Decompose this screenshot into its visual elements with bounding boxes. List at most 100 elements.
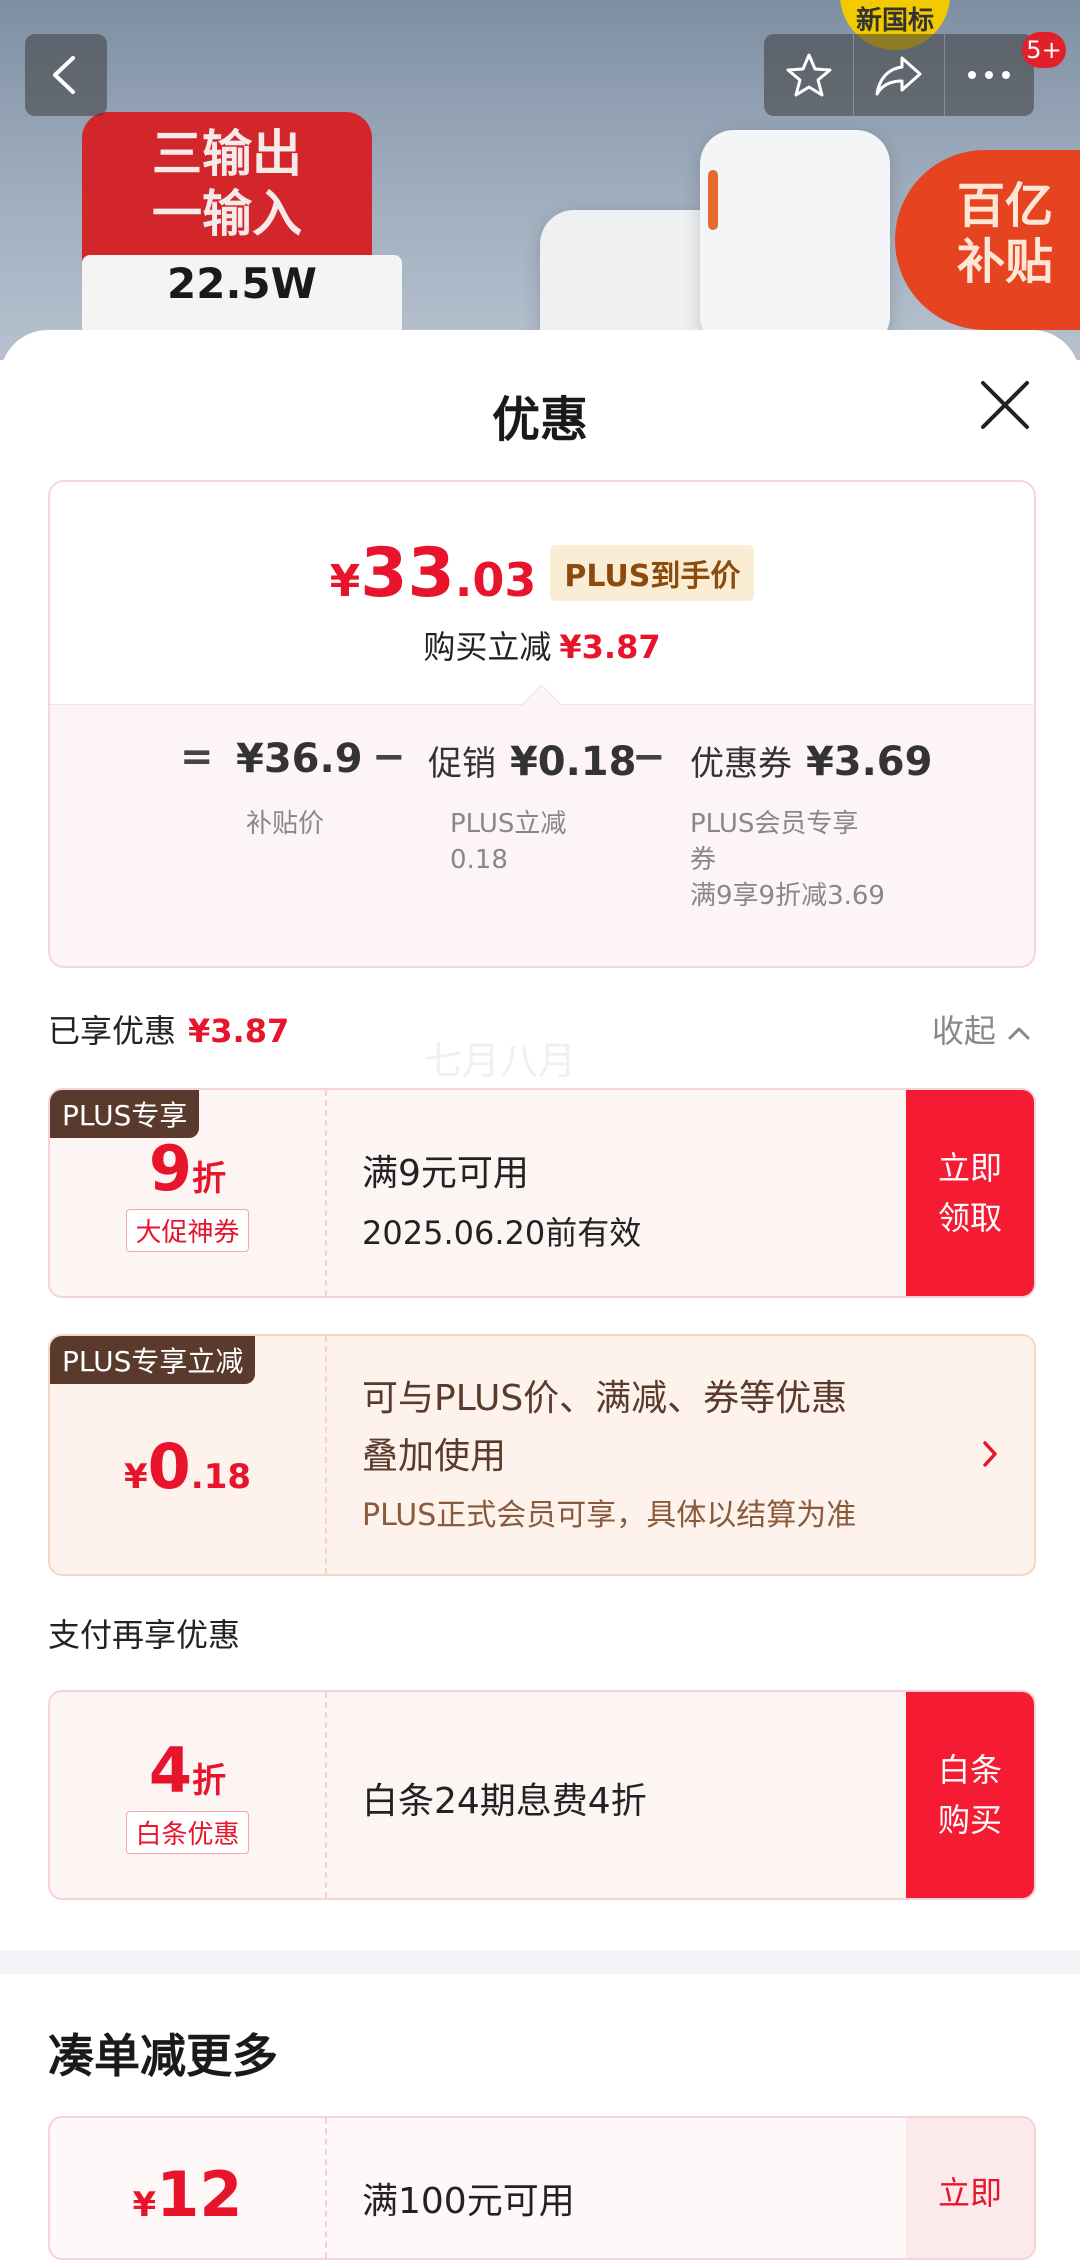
equals-sign: = xyxy=(180,734,214,780)
coupon-label: 优惠券 xyxy=(690,744,792,784)
promo-value: ¥0.18 xyxy=(509,739,637,785)
back-button[interactable] xyxy=(25,34,107,116)
coupon-info: 满100元可用 xyxy=(362,2172,575,2224)
chevron-right-icon xyxy=(983,1441,997,1467)
promo-power-text: 22.5W xyxy=(167,259,317,308)
coupon-condition: 满100元可用 xyxy=(362,2181,575,2222)
coupon-divider xyxy=(325,1090,327,1296)
coupon-expiry: 2025.06.20前有效 xyxy=(362,1214,642,1252)
claim-coupon-button[interactable]: 立即 领取 xyxy=(906,1090,1034,1296)
watermark: 七月八月 xyxy=(424,1039,577,1083)
coupon-symbol: ¥ xyxy=(132,2185,157,2225)
promo-power-label: 22.5W xyxy=(82,255,402,335)
price-integer: 33 xyxy=(360,534,455,613)
sheet-title: 优惠 xyxy=(491,392,588,448)
final-price: ¥ 33 .03 PLUS到手价 xyxy=(50,534,1034,613)
new-standard-text: 新国标 xyxy=(855,6,934,36)
plus-reduction-card[interactable]: ¥0.18 PLUS专享立减 可与PLUS价、满减、券等优惠 叠加使用 PLUS… xyxy=(48,1334,1036,1576)
coupon-divider xyxy=(325,2118,327,2258)
share-icon xyxy=(875,56,922,96)
reduction-desc: 叠加使用 xyxy=(362,1436,507,1477)
promo-sub-line: PLUS立减 xyxy=(450,809,567,839)
reduction-desc: 可与PLUS价、满减、券等优惠 xyxy=(362,1378,848,1419)
collapse-label: 收起 xyxy=(931,1012,996,1050)
purchase-reduction: 购买立减 ¥3.87 xyxy=(50,622,1034,668)
base-price: ¥36.9 xyxy=(236,736,363,782)
coupon-sub-line: PLUS会员专享 xyxy=(690,809,859,839)
reduction-symbol: ¥ xyxy=(123,1457,148,1497)
base-price-label: 补贴价 xyxy=(246,809,325,839)
promo-tag-line: 一输入 xyxy=(152,185,302,243)
plus-exclusive-label: PLUS专享 xyxy=(50,1090,200,1138)
reduction-info: 可与PLUS价、满减、券等优惠 叠加使用 PLUS正式会员可享，具体以结算为准 xyxy=(362,1370,856,1534)
baitiao-desc: 白条24期息费4折 xyxy=(362,1781,647,1822)
promo-label: 促销 xyxy=(428,744,496,784)
subsidy-badge: 百亿 补贴 xyxy=(895,150,1080,330)
share-button[interactable] xyxy=(853,34,943,116)
claim-label: 立即 xyxy=(937,1149,1002,1187)
promo-tag-line: 三输出 xyxy=(152,125,302,183)
coupon-sub-label: PLUS会员专享 券 满9享9折减3.69 xyxy=(690,806,885,914)
close-icon xyxy=(981,381,1029,429)
baitiao-action-label: 白条 xyxy=(937,1751,1002,1789)
coupon-sub-line: 券 xyxy=(690,845,717,875)
reduce-label: 购买立减 xyxy=(423,628,552,666)
star-icon xyxy=(786,53,832,97)
section-gap xyxy=(0,1950,1080,1974)
pay-discount-heading: 支付再享优惠 xyxy=(48,1616,241,1654)
price-decimal: .03 xyxy=(454,553,537,607)
subsidy-line: 补贴 xyxy=(956,234,1053,290)
coupon-amount: ¥12 xyxy=(50,2158,325,2231)
coupon-info: 满9元可用 2025.06.20前有效 xyxy=(362,1144,641,1254)
baitiao-action-label: 购买 xyxy=(937,1801,1002,1839)
more-button[interactable] xyxy=(943,34,1034,116)
favorite-button[interactable] xyxy=(764,34,853,116)
coupon-card-plus: 9折 大促神券 PLUS专享 满9元可用 2025.06.20前有效 立即 领取 xyxy=(48,1088,1036,1298)
price-symbol: ¥ xyxy=(329,556,361,607)
promo-sub-line: 0.18 xyxy=(450,845,508,875)
promo-discount: 促销 ¥0.18 xyxy=(428,736,636,785)
coupon-value: ¥3.69 xyxy=(805,739,933,785)
power-bank-image-2 xyxy=(700,130,890,350)
discount-unit: 折 xyxy=(192,1159,227,1199)
claim-label: 立即 xyxy=(937,2174,1002,2212)
plus-price-tag: PLUS到手价 xyxy=(550,545,755,601)
more-dots-icon xyxy=(968,71,1011,79)
baitiao-card: 4折 白条优惠 白条24期息费4折 白条 购买 xyxy=(48,1690,1036,1900)
coupon-condition: 满9元可用 xyxy=(362,1153,529,1194)
minus-sign: − xyxy=(632,734,666,780)
baitiao-buy-button[interactable]: 白条 购买 xyxy=(906,1692,1034,1898)
chevron-up-icon xyxy=(1008,1027,1030,1040)
chevron-left-icon xyxy=(53,56,75,94)
enjoyed-value: ¥3.87 xyxy=(188,1012,290,1050)
plus-reduction-label: PLUS专享立减 xyxy=(50,1336,256,1384)
discount-number: 4 xyxy=(148,1734,193,1807)
collapse-button[interactable]: 收起 xyxy=(932,1006,1032,1052)
coupon-integer: 12 xyxy=(156,2158,243,2231)
coupon-discount: 9折 xyxy=(50,1132,325,1205)
discount-number: 9 xyxy=(148,1132,193,1205)
message-count-badge: 5+ xyxy=(1022,32,1066,68)
reduction-amount: ¥0.18 xyxy=(50,1430,325,1503)
claim-coupon-button[interactable]: 立即 xyxy=(906,2118,1034,2258)
promo-sub-label: PLUS立减 0.18 xyxy=(450,806,566,878)
baitiao-tag: 白条优惠 xyxy=(126,1811,249,1854)
reduction-note: PLUS正式会员可享，具体以结算为准 xyxy=(362,1498,857,1533)
minus-sign: − xyxy=(372,734,406,780)
coupon-value-area: ¥12 xyxy=(50,2118,325,2258)
subsidy-line: 百亿 xyxy=(956,178,1053,234)
coupon-discount: 优惠券 ¥3.69 xyxy=(690,736,932,785)
reduction-integer: 0 xyxy=(147,1430,191,1503)
coupon-tag: 大促神券 xyxy=(126,1209,249,1252)
claim-label: 领取 xyxy=(937,1199,1002,1237)
coupon-sub-line: 满9享9折减3.69 xyxy=(690,881,885,911)
coupon-divider xyxy=(325,1692,327,1898)
baitiao-info: 白条24期息费4折 xyxy=(362,1772,647,1824)
top-action-group xyxy=(764,34,1034,116)
price-summary: ¥ 33 .03 PLUS到手价 购买立减 ¥3.87 = ¥36.9 补贴价 −… xyxy=(48,480,1036,968)
close-button[interactable] xyxy=(975,375,1035,435)
baitiao-discount: 4折 xyxy=(50,1734,325,1807)
enjoyed-label: 已享优惠 xyxy=(48,1012,177,1050)
discount-unit: 折 xyxy=(192,1761,227,1801)
discount-sheet: 优惠 ¥ 33 .03 PLUS到手价 购买立减 ¥3.87 = ¥36.9 补贴… xyxy=(0,330,1080,2260)
